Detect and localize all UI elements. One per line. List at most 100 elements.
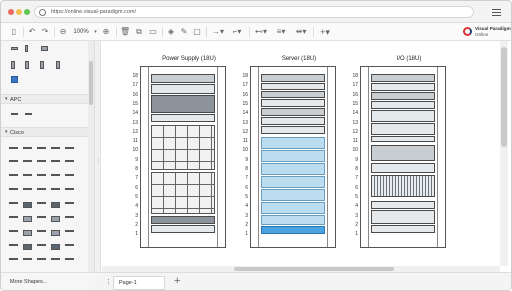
library-shape[interactable] <box>65 202 74 204</box>
library-shape[interactable] <box>9 244 18 246</box>
library-shape[interactable] <box>9 188 18 190</box>
library-shape[interactable] <box>40 61 44 69</box>
library-shape[interactable] <box>37 202 46 204</box>
library-shape[interactable] <box>65 230 74 232</box>
rack-device-storage[interactable] <box>261 137 325 149</box>
rack-device-battery-module[interactable] <box>151 172 215 214</box>
library-shape[interactable] <box>23 230 32 236</box>
library-shape[interactable] <box>37 230 46 232</box>
library-shape[interactable] <box>51 202 60 208</box>
rack-device-server[interactable] <box>261 108 325 116</box>
canvas-horizontal-scrollbar-thumb[interactable] <box>234 267 394 271</box>
page-menu-icon[interactable]: ⋮ <box>105 278 112 286</box>
zoom-out-icon[interactable]: ⊖ <box>58 26 68 38</box>
library-shape[interactable] <box>51 244 60 250</box>
address-bar[interactable]: https://online.visual-paradigm.com/ <box>34 6 474 18</box>
rack-device-switch[interactable] <box>261 83 325 90</box>
rack-device-router[interactable] <box>371 101 435 109</box>
library-shape[interactable] <box>51 174 60 176</box>
rack-device-io-module[interactable] <box>371 110 435 122</box>
library-shape[interactable] <box>37 216 46 218</box>
close-window-button[interactable] <box>8 9 14 15</box>
rack-device-battery-module[interactable] <box>151 125 215 170</box>
delete-icon[interactable]: 🗑 <box>120 26 130 38</box>
rack-device-patch-panel[interactable] <box>261 74 325 82</box>
zoom-level[interactable]: 100% <box>70 26 92 38</box>
arrange-icon[interactable]: ⊷▾ <box>253 26 269 38</box>
rack-device-storage[interactable] <box>261 163 325 175</box>
rack-device-io-card-cage[interactable] <box>371 175 435 197</box>
line-color-icon[interactable]: ✎ <box>179 26 189 38</box>
library-shape[interactable] <box>23 202 32 208</box>
rack-device-pdu[interactable] <box>151 216 215 224</box>
library-shape[interactable] <box>51 147 60 149</box>
library-shape[interactable] <box>9 230 18 232</box>
library-shape[interactable] <box>51 188 60 190</box>
rack-device-io-module[interactable] <box>371 123 435 135</box>
rack-device-blank-panel[interactable] <box>371 201 435 209</box>
paste-icon[interactable]: ▭ <box>148 26 158 38</box>
library-shape[interactable] <box>37 174 46 176</box>
library-shape[interactable] <box>65 147 74 149</box>
category-header-cisco[interactable]: ▾ Cisco <box>1 127 88 137</box>
zoom-dropdown-icon[interactable]: ▾ <box>93 26 98 38</box>
library-shape[interactable] <box>65 216 74 218</box>
library-shape[interactable] <box>65 258 74 260</box>
library-shape[interactable] <box>41 46 48 51</box>
shadow-icon[interactable]: ▢ <box>192 26 202 38</box>
rack-title-server[interactable]: Server (18U) <box>256 56 342 62</box>
undo-icon[interactable]: ↶ <box>27 26 37 38</box>
rack-device-blank-panel[interactable] <box>371 225 435 233</box>
library-shape[interactable] <box>51 160 60 162</box>
align-icon[interactable]: ≡▾ <box>273 26 289 38</box>
rack-device-patch-panel[interactable] <box>151 74 215 83</box>
rack-device-router[interactable] <box>261 99 325 107</box>
rack-device-ups[interactable] <box>151 95 215 113</box>
library-shape[interactable] <box>37 188 46 190</box>
library-shape[interactable] <box>11 113 18 115</box>
library-shape[interactable] <box>65 244 74 246</box>
library-shape[interactable] <box>23 147 32 149</box>
library-shape[interactable] <box>23 174 32 176</box>
rack-device-blank-panel[interactable] <box>371 136 435 142</box>
rack-title-io[interactable]: I/O (18U) <box>366 56 452 62</box>
redo-icon[interactable]: ↷ <box>40 26 50 38</box>
hamburger-menu-icon[interactable] <box>492 9 501 16</box>
zoom-in-icon[interactable]: ⊕ <box>101 26 111 38</box>
rack-server[interactable] <box>250 66 336 248</box>
rack-device-server[interactable] <box>261 117 325 125</box>
page-tab[interactable]: Page-1 <box>113 276 165 290</box>
library-shape[interactable] <box>9 202 18 204</box>
library-shape[interactable] <box>65 188 74 190</box>
library-shape[interactable] <box>51 216 60 222</box>
library-shape[interactable] <box>11 47 18 50</box>
library-shape[interactable] <box>37 147 46 149</box>
fill-color-icon[interactable]: ◈ <box>166 26 176 38</box>
library-shape[interactable] <box>25 61 29 69</box>
panel-splitter[interactable]: ⋮ <box>95 41 101 290</box>
library-shape[interactable] <box>51 230 60 236</box>
library-shape[interactable] <box>11 76 18 83</box>
more-shapes-button[interactable]: More Shapes... <box>1 272 95 290</box>
library-shape[interactable] <box>9 160 18 162</box>
library-shape[interactable] <box>37 244 46 246</box>
library-shape[interactable] <box>65 174 74 176</box>
library-shape[interactable] <box>9 174 18 176</box>
rack-device-patch-panel[interactable] <box>371 74 435 82</box>
minimize-window-button[interactable] <box>16 9 22 15</box>
rack-device-blank-panel[interactable] <box>151 114 215 122</box>
rack-power-supply[interactable] <box>140 66 226 248</box>
library-shape[interactable] <box>9 258 18 260</box>
rack-device-io-chassis[interactable] <box>371 163 435 173</box>
library-shape[interactable] <box>25 45 28 52</box>
rack-device-storage[interactable] <box>261 176 325 188</box>
library-shape[interactable] <box>9 147 18 149</box>
maximize-window-button[interactable] <box>24 9 30 15</box>
rack-title-power-supply[interactable]: Power Supply (18U) <box>146 56 232 62</box>
library-shape[interactable] <box>11 61 15 69</box>
library-shape[interactable] <box>25 113 32 115</box>
library-shape[interactable] <box>23 258 32 260</box>
rack-device-terminal-block[interactable] <box>371 210 435 224</box>
rack-device-storage[interactable] <box>261 150 325 162</box>
diagram-canvas[interactable]: Power Supply (18U) Server (18U) I/O (18U… <box>102 41 500 266</box>
